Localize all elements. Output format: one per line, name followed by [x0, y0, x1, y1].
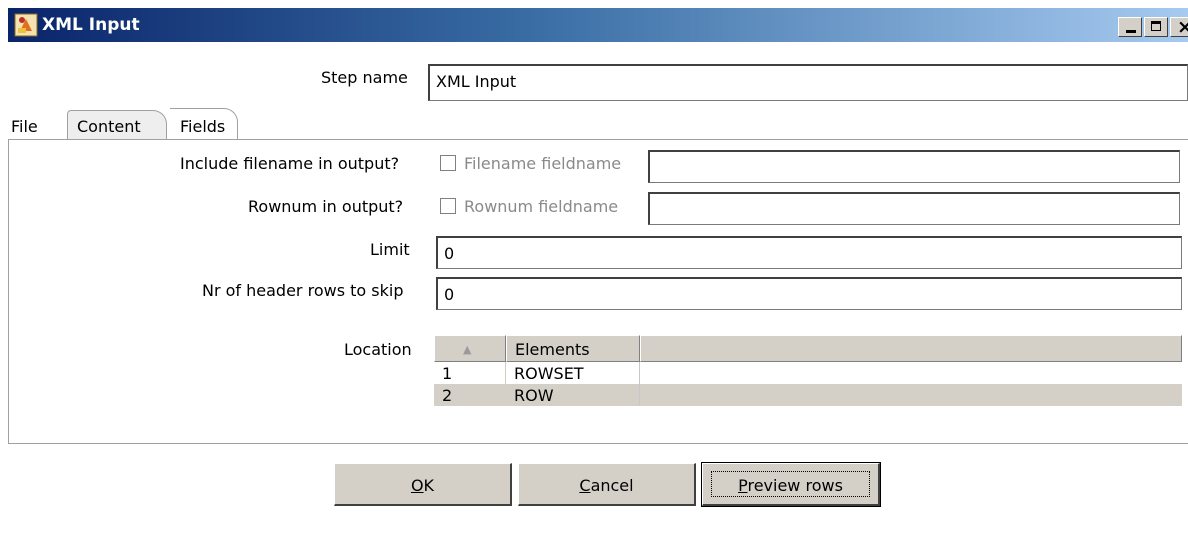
maximize-button[interactable]	[1144, 17, 1168, 37]
filename-fieldname-label: Filename fieldname	[464, 154, 622, 173]
cancel-mnemonic: C	[579, 476, 591, 495]
maximize-icon	[1151, 21, 1161, 31]
table-header: ▲ Elements	[434, 335, 1182, 362]
tab-content[interactable]: Content	[77, 117, 141, 136]
element-cell[interactable]: ROWSET	[506, 362, 640, 384]
sort-ascending-icon: ▲	[463, 343, 472, 356]
empty-column-header	[640, 335, 1182, 362]
header-rows-label: Nr of header rows to skip	[202, 281, 404, 300]
preview-rows-button[interactable]: Preview rows	[701, 462, 881, 507]
filename-fieldname-input[interactable]	[648, 150, 1180, 183]
close-icon: ×	[1177, 16, 1188, 38]
rownum-checkbox[interactable]	[440, 198, 456, 214]
table-row[interactable]: 2 ROW	[434, 384, 1182, 406]
step-name-input[interactable]: XML Input	[428, 64, 1188, 101]
minimize-icon	[1126, 30, 1136, 33]
ok-label: K	[423, 476, 435, 495]
focus-rectangle	[711, 471, 870, 497]
cancel-button[interactable]: Cancel	[518, 463, 696, 506]
row-number-header[interactable]: ▲	[434, 335, 506, 362]
elements-column-header[interactable]: Elements	[506, 335, 640, 362]
row-number-cell: 1	[434, 362, 506, 384]
step-name-label: Step name	[321, 68, 408, 87]
row-number-cell: 2	[434, 384, 506, 406]
include-filename-label: Include filename in output?	[180, 154, 400, 173]
dialog-window: XML Input × Step name XML Input File Con…	[0, 0, 1188, 549]
rownum-fieldname-label: Rownum fieldname	[464, 197, 619, 216]
tab-file[interactable]: File	[11, 117, 38, 136]
rownum-fieldname-input[interactable]	[648, 192, 1180, 225]
close-button[interactable]: ×	[1170, 16, 1188, 38]
cancel-label: ancel	[590, 476, 634, 495]
table-row[interactable]: 1 ROWSET	[434, 362, 1182, 384]
element-cell[interactable]: ROW	[506, 384, 640, 406]
location-label: Location	[344, 340, 412, 359]
include-filename-checkbox[interactable]	[440, 155, 456, 171]
tab-fields[interactable]: Fields	[180, 117, 225, 136]
spoon-app-icon	[14, 13, 38, 37]
limit-label: Limit	[370, 240, 410, 259]
window-title: XML Input	[42, 15, 140, 35]
title-bar[interactable]: XML Input ×	[8, 8, 1188, 42]
limit-input[interactable]: 0	[436, 236, 1182, 269]
rownum-label: Rownum in output?	[248, 197, 404, 216]
ok-button[interactable]: OK	[334, 463, 512, 506]
minimize-button[interactable]	[1118, 17, 1142, 37]
ok-mnemonic: O	[410, 476, 424, 495]
header-rows-input[interactable]: 0	[436, 277, 1182, 310]
